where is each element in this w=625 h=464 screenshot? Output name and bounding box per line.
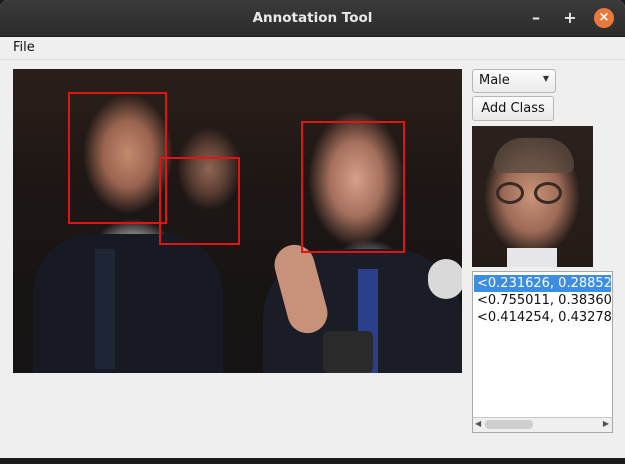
horizontal-scrollbar[interactable]: ◀ ▶: [473, 417, 612, 432]
photo-region: [428, 259, 462, 299]
close-button[interactable]: ×: [594, 8, 614, 28]
face-preview-thumbnail: [472, 126, 593, 267]
face-bounding-box[interactable]: [159, 157, 240, 245]
list-item[interactable]: <0.231626, 0.28852: [474, 275, 611, 292]
scroll-left-arrow-icon[interactable]: ◀: [475, 419, 481, 428]
class-select[interactable]: Male ▼: [472, 69, 556, 93]
menu-bar: File: [0, 37, 625, 60]
menu-file[interactable]: File: [13, 40, 35, 55]
thumbnail-region: [507, 248, 557, 267]
scroll-right-arrow-icon[interactable]: ▶: [603, 419, 609, 428]
photo-region: [95, 249, 115, 369]
annotated-image[interactable]: [13, 69, 462, 373]
app-window: Annotation Tool – + × File Male ▼ Add Cl…: [0, 0, 625, 458]
annotation-list[interactable]: <0.231626, 0.28852 <0.755011, 0.38360 <0…: [472, 271, 613, 433]
photo-region: [33, 234, 223, 373]
class-select-value: Male: [479, 73, 510, 88]
thumbnail-region: [494, 138, 574, 173]
chevron-down-icon: ▼: [542, 74, 549, 83]
list-item[interactable]: <0.755011, 0.38360: [474, 292, 611, 309]
photo-region: [323, 331, 373, 373]
face-bounding-box[interactable]: [301, 121, 405, 253]
scrollbar-thumb[interactable]: [485, 420, 533, 429]
maximize-button[interactable]: +: [560, 8, 580, 28]
thumbnail-region: [496, 182, 524, 204]
title-bar[interactable]: Annotation Tool – + ×: [0, 0, 625, 37]
minimize-button[interactable]: –: [526, 8, 546, 28]
list-item[interactable]: <0.414254, 0.43278: [474, 309, 611, 326]
face-bounding-box[interactable]: [68, 92, 167, 224]
add-class-button[interactable]: Add Class: [472, 96, 554, 121]
thumbnail-region: [534, 182, 562, 204]
